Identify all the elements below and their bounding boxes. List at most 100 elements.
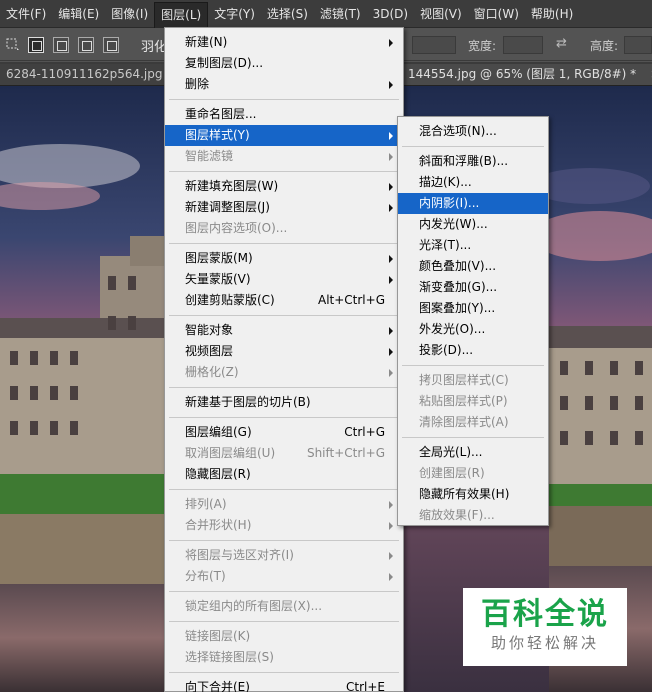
menu-separator (165, 383, 403, 392)
menubar-item-5[interactable]: 选择(S) (261, 2, 314, 26)
watermark-logo: 百科全说 助你轻松解决 (463, 588, 627, 666)
layer-style-item[interactable]: 渐变叠加(G)... (398, 277, 548, 298)
layer-style-item-label: 投影(D)... (419, 343, 474, 357)
menu-separator (165, 485, 403, 494)
layer-menu-item[interactable]: 新建基于图层的切片(B) (165, 392, 403, 413)
layer-menu-items: 新建(N) 复制图层(D)... 删除 重命名图层... 图层样式(Y) 智能滤镜 新建填充… (165, 28, 403, 692)
layer-menu-item: 将图层与选区对齐(I) (165, 545, 403, 566)
width-label: 宽度: (468, 39, 497, 53)
document-tab-active-label: 144554.jpg @ 65% (图层 1, RGB/8#) * (408, 67, 637, 81)
submenu-arrow-icon (389, 132, 393, 140)
layer-menu-item-label: 合并形状(H) (185, 518, 252, 532)
style-dropdown[interactable] (412, 36, 456, 54)
menubar-item-2[interactable]: 图像(I) (105, 2, 154, 26)
menubar-item-3[interactable]: 图层(L) (154, 1, 209, 28)
layer-menu-item[interactable]: 向下合并(E) Ctrl+E (165, 677, 403, 692)
layer-menu-item-label: 栅格化(Z) (185, 365, 239, 379)
layer-style-item[interactable]: 内阴影(I)... (398, 193, 548, 214)
submenu-arrow-icon (389, 522, 393, 530)
layer-menu-item[interactable]: 智能对象 (165, 320, 403, 341)
layer-menu-item-shortcut: Ctrl+E (346, 680, 385, 692)
menubar-item-4[interactable]: 文字(Y) (208, 2, 261, 26)
layer-style-item-label: 图案叠加(Y)... (419, 301, 496, 315)
layer-menu-item-shortcut: Alt+Ctrl+G (317, 293, 385, 307)
layer-style-item[interactable]: 图案叠加(Y)... (398, 298, 548, 319)
layer-menu-item[interactable]: 重命名图层... (165, 104, 403, 125)
layer-menu-item-label: 隐藏图层(R) (185, 467, 251, 481)
layer-menu-item[interactable]: 视频图层 (165, 341, 403, 362)
layer-menu-item: 分布(T) (165, 566, 403, 587)
layer-style-item-label: 渐变叠加(G)... (419, 280, 498, 294)
menu-separator (165, 617, 403, 626)
layer-menu-item-label: 智能对象 (185, 323, 234, 337)
submenu-arrow-icon (389, 153, 393, 161)
watermark-title: 百科全说 (481, 597, 609, 632)
layer-menu-item: 图层内容选项(O)... (165, 218, 403, 239)
width-field[interactable] (503, 36, 543, 54)
layer-menu-item[interactable]: 删除 (165, 74, 403, 95)
layer-menu-item[interactable]: 图层蒙版(M) (165, 248, 403, 269)
menubar-item-7[interactable]: 3D(D) (367, 2, 414, 26)
layer-style-item-label: 内发光(W)... (419, 217, 488, 231)
layer-style-item-label: 拷贝图层样式(C) (419, 373, 509, 387)
layer-menu-item-label: 排列(A) (185, 497, 227, 511)
menu-separator (165, 167, 403, 176)
add-to-selection-mode-button[interactable] (53, 37, 69, 53)
menubar-item-10[interactable]: 帮助(H) (525, 2, 579, 26)
layer-style-item[interactable]: 投影(D)... (398, 340, 548, 361)
layer-style-item: 创建图层(R) (398, 463, 548, 484)
submenu-arrow-icon (389, 327, 393, 335)
menubar-item-8[interactable]: 视图(V) (414, 2, 468, 26)
submenu-arrow-icon (389, 204, 393, 212)
layer-menu-item-shortcut: Shift+Ctrl+G (306, 446, 385, 460)
layer-menu-item[interactable]: 隐藏图层(R) (165, 464, 403, 485)
layer-style-item-label: 混合选项(N)... (419, 124, 497, 138)
subtract-selection-mode-button[interactable] (78, 37, 94, 53)
layer-menu-item-label: 图层蒙版(M) (185, 251, 253, 265)
layer-style-item-label: 全局光(L)... (419, 445, 483, 459)
layer-style-item[interactable]: 混合选项(N)... (398, 121, 548, 142)
layer-style-item: 粘贴图层样式(P) (398, 391, 548, 412)
layer-style-item[interactable]: 外发光(O)... (398, 319, 548, 340)
layer-style-item-label: 缩放效果(F)... (419, 508, 495, 522)
layer-menu-item[interactable]: 图层样式(Y) (165, 125, 403, 146)
intersect-selection-mode-button[interactable] (103, 37, 119, 53)
layer-style-item[interactable]: 内发光(W)... (398, 214, 548, 235)
menubar-item-9[interactable]: 窗口(W) (468, 2, 525, 26)
layer-menu-item: 选择链接图层(S) (165, 647, 403, 668)
layer-menu-item[interactable]: 复制图层(D)... (165, 53, 403, 74)
menubar-item-6[interactable]: 滤镜(T) (314, 2, 367, 26)
document-tab-active[interactable]: 144554.jpg @ 65% (图层 1, RGB/8#) * × (402, 64, 652, 85)
submenu-arrow-icon (389, 255, 393, 263)
layer-menu-item[interactable]: 新建调整图层(J) (165, 197, 403, 218)
tool-preset-icon[interactable] (6, 38, 20, 52)
layer-menu-item-label: 新建调整图层(J) (185, 200, 270, 214)
layer-style-item[interactable]: 全局光(L)... (398, 442, 548, 463)
layer-style-item[interactable]: 隐藏所有效果(H) (398, 484, 548, 505)
menubar-item-1[interactable]: 编辑(E) (52, 2, 105, 26)
menubar-item-0[interactable]: 文件(F) (0, 2, 52, 26)
layer-menu-item-shortcut: Ctrl+G (344, 425, 385, 439)
layer-style-item-label: 粘贴图层样式(P) (419, 394, 508, 408)
layer-style-item[interactable]: 颜色叠加(V)... (398, 256, 548, 277)
layer-menu-item[interactable]: 矢量蒙版(V) (165, 269, 403, 290)
submenu-arrow-icon (389, 348, 393, 356)
layer-menu-item-label: 图层样式(Y) (185, 128, 250, 142)
layer-style-item[interactable]: 描边(K)... (398, 172, 548, 193)
height-field[interactable] (624, 36, 652, 54)
layer-style-item[interactable]: 光泽(T)... (398, 235, 548, 256)
menu-separator (398, 142, 548, 151)
layer-style-item[interactable]: 斜面和浮雕(B)... (398, 151, 548, 172)
layer-menu-item[interactable]: 图层编组(G) Ctrl+G (165, 422, 403, 443)
layer-menu-item-label: 分布(T) (185, 569, 226, 583)
layer-menu-item: 排列(A) (165, 494, 403, 515)
swap-arrows-icon[interactable]: ⇄ (556, 36, 567, 51)
layer-style-item-label: 描边(K)... (419, 175, 472, 189)
new-selection-mode-button[interactable] (28, 37, 44, 53)
layer-menu-item[interactable]: 新建填充图层(W) (165, 176, 403, 197)
menu-separator (398, 361, 548, 370)
layer-menu-item[interactable]: 创建剪贴蒙版(C) Alt+Ctrl+G (165, 290, 403, 311)
layer-menu-item: 合并形状(H) (165, 515, 403, 536)
submenu-arrow-icon (389, 39, 393, 47)
layer-menu-item[interactable]: 新建(N) (165, 32, 403, 53)
